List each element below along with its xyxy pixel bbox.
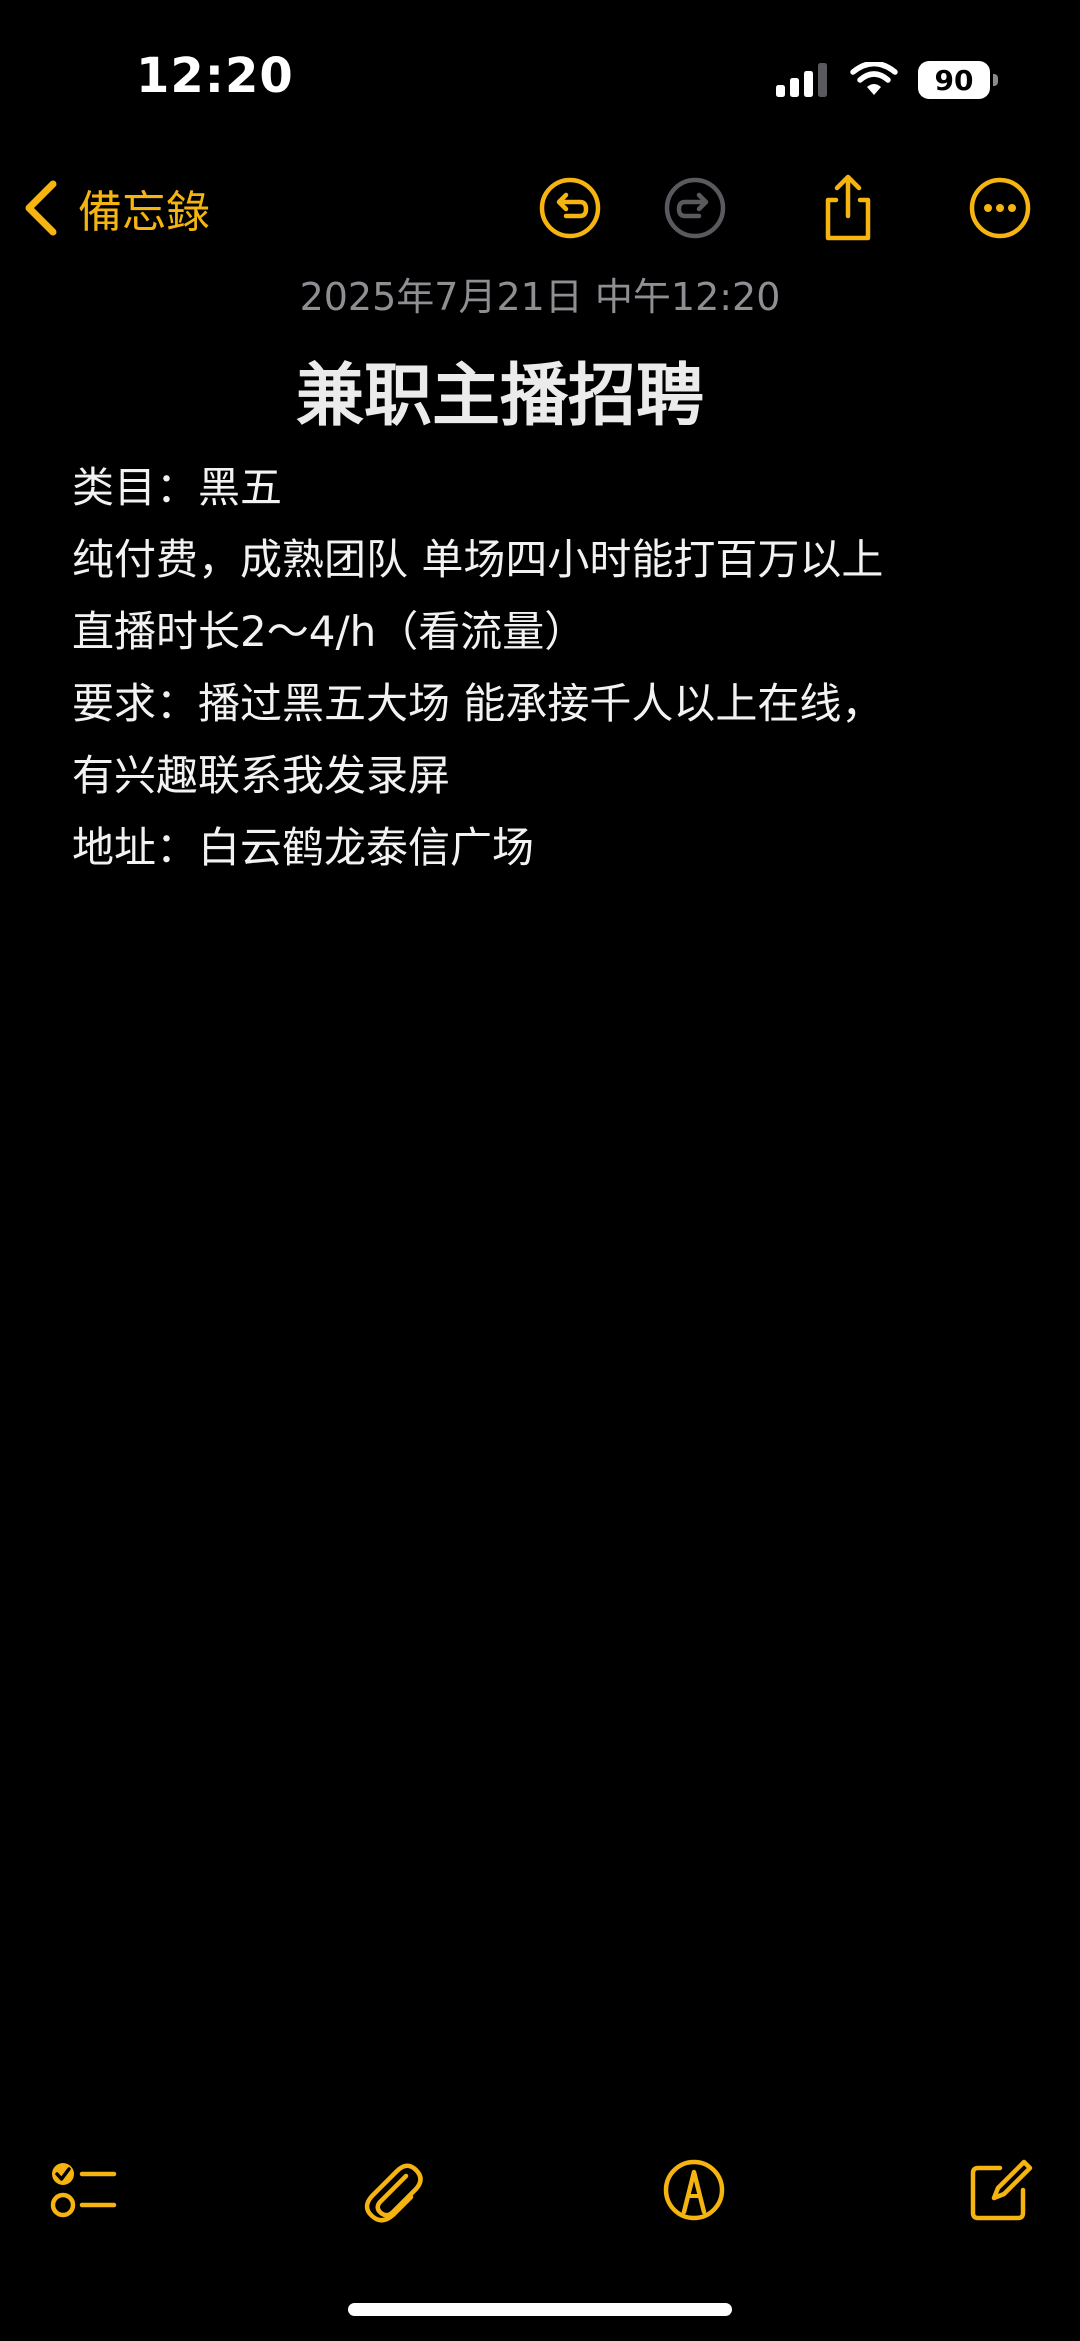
cellular-signal-icon [776, 63, 827, 97]
back-button[interactable]: 備忘錄 [20, 174, 210, 242]
redo-icon[interactable] [659, 172, 731, 244]
battery-indicator: 90 [918, 61, 998, 99]
note-line: 要求：播过黑五大场 能承接千人以上在线， [72, 679, 884, 728]
more-icon[interactable] [964, 172, 1036, 244]
checklist-icon[interactable] [48, 2154, 120, 2226]
battery-level: 90 [934, 63, 974, 97]
note-line: 地址：白云鹤龙泰信广场 [72, 823, 535, 872]
undo-icon[interactable] [534, 172, 606, 244]
share-icon[interactable] [812, 172, 884, 244]
status-time: 12:20 [136, 48, 294, 104]
wifi-icon [850, 62, 898, 95]
nav-bar: 備忘錄 [0, 160, 1080, 256]
note-title[interactable]: 兼职主播招聘 [0, 340, 1000, 439]
bottom-toolbar [0, 2140, 1080, 2240]
note-line: 类目：黑五 [72, 463, 283, 512]
home-indicator[interactable] [348, 2303, 732, 2316]
markup-icon[interactable] [658, 2154, 730, 2226]
status-indicators: 90 [776, 56, 998, 104]
status-bar: 12:20 90 [0, 0, 1080, 160]
compose-icon[interactable] [964, 2154, 1036, 2226]
back-button-label: 備忘錄 [78, 187, 210, 238]
battery-tip [993, 74, 998, 86]
note-line: 有兴趣联系我发录屏 [72, 751, 451, 800]
note-line: 纯付费，成熟团队 单场四小时能打百万以上 [72, 535, 884, 584]
attachment-icon[interactable] [356, 2154, 428, 2226]
note-line: 直播时长2～4/h（看流量） [72, 607, 587, 656]
chevron-left-icon [25, 180, 57, 236]
note-body[interactable]: 类目：黑五 纯付费，成熟团队 单场四小时能打百万以上 直播时长2～4/h（看流量… [72, 452, 1032, 884]
note-date: 2025年7月21日 中午12:20 [299, 275, 781, 319]
